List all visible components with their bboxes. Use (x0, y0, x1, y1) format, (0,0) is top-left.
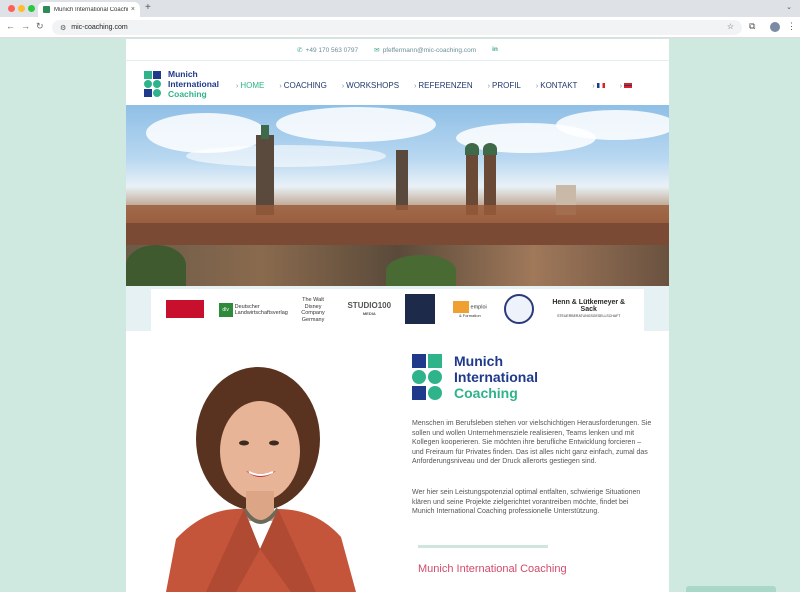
partner-logo-dark (405, 293, 436, 327)
phone-icon: ✆ (297, 46, 303, 54)
partner-studio-text: STUDIO100 (347, 301, 392, 310)
chevron-right-icon: › (414, 83, 417, 90)
browser-tab-strip: Munich International Coachin × + ⌄ (0, 0, 800, 17)
brand-logo-text: Munich International Coaching (454, 353, 538, 401)
new-tab-button[interactable]: + (145, 2, 151, 13)
hero-image-munich-skyline (126, 105, 669, 286)
url-text: mic-coaching.com (71, 24, 128, 31)
chevron-right-icon: › (341, 83, 345, 90)
partner-studio-sub: MEDIA (362, 310, 376, 316)
contact-bar: ✆ +49 170 563 0797 ✉ pfeffermann@mic-coach… (126, 39, 669, 61)
scroll-to-top-button[interactable] (686, 586, 776, 592)
chevron-right-icon: › (535, 83, 539, 90)
portrait-photo (166, 359, 366, 592)
profile-avatar[interactable] (770, 22, 780, 32)
nav-referenzen[interactable]: › REFERENZEN (414, 81, 473, 90)
tab-title: Munich International Coachin (54, 6, 128, 13)
logo-line3: Coaching (168, 89, 207, 99)
bookmark-star-icon[interactable]: ☆ (727, 22, 734, 31)
partner-emploi-text: emploi (470, 304, 487, 311)
nav-kontakt-label: KONTAKT (540, 81, 578, 90)
web-page: ✆ +49 170 563 0797 ✉ pfeffermann@mic-coach… (126, 39, 669, 592)
nav-coaching[interactable]: › COACHING (279, 81, 326, 90)
back-icon[interactable]: ← (6, 21, 15, 31)
partner-logo-henn: Henn & Lütkemeyer & Sack STEUERBERATUNGS… (549, 299, 629, 320)
nav-workshops-label: WORKSHOPS (346, 81, 400, 90)
partner-logo-studio100: STUDIO100 MEDIA (347, 301, 392, 317)
partner-henn-text: Henn & Lütkemeyer & Sack (552, 299, 626, 313)
partner-logos: dlv Deutscher Landwirtschaftsverlag The … (151, 289, 644, 331)
partner-henn-sub: STEUERBERATUNGSGESELLSCHAFT (557, 314, 621, 319)
reload-icon[interactable]: ↻ (36, 21, 44, 32)
browser-toolbar: ← → ↻ ⚙ mic-coaching.com ☆ ⧉ ⋮ (0, 17, 800, 38)
language-en[interactable]: › (619, 81, 633, 90)
uk-flag-icon (624, 83, 633, 89)
chevron-right-icon: › (487, 83, 490, 90)
forward-icon[interactable]: → (21, 21, 30, 31)
logo-text: Munich International Coaching (168, 69, 219, 99)
nav-coaching-label: COACHING (283, 81, 327, 90)
email-text: pfeffermann@mic-coaching.com (382, 46, 477, 54)
tab-close-icon[interactable]: × (131, 6, 135, 13)
main-content: Munich International Coaching Menschen i… (126, 331, 669, 592)
site-logo[interactable]: Munich International Coaching (144, 69, 219, 99)
chevron-right-icon: › (279, 83, 282, 90)
menu-icon[interactable]: ⋮ (787, 21, 796, 32)
section-divider (418, 545, 548, 548)
partner-dlv-text: Deutscher Landwirtschaftsverlag (234, 303, 288, 317)
nav-kontakt[interactable]: › KONTAKT (536, 81, 578, 90)
nav-referenzen-label: REFERENZEN (418, 81, 473, 90)
partner-logo-disney: The Walt Disney Company Germany (301, 297, 325, 323)
nav-workshops[interactable]: › WORKSHOPS (342, 81, 399, 90)
email-link[interactable]: ✉ pfeffermann@mic-coaching.com (374, 46, 476, 54)
section-title: Munich International Coaching (418, 563, 567, 575)
close-window-button[interactable] (8, 5, 15, 12)
nav-profil-label: PROFIL (491, 81, 521, 90)
site-header: Munich International Coaching › HOME › COA… (126, 61, 669, 105)
nav-home-label: HOME (240, 81, 265, 90)
favicon-icon (43, 6, 50, 13)
intro-paragraph-2: Wer hier sein Leistungspotenzial optimal… (412, 489, 641, 515)
intro-paragraph-1: Menschen im Berufsleben stehen vor viels… (412, 420, 652, 465)
partner-emploi-sub: & Formation (458, 312, 481, 318)
partner-logo-emploi: emploi & Formation (450, 300, 490, 320)
logo-mark-icon (144, 71, 162, 97)
french-flag-icon (596, 83, 605, 89)
nav-profil[interactable]: › PROFIL (488, 81, 521, 90)
mail-icon: ✉ (374, 46, 380, 54)
logo-line1: Munich (168, 69, 198, 79)
tab-search-icon[interactable]: ⌄ (786, 3, 792, 11)
brand-logo-line2: International (454, 369, 539, 385)
address-bar[interactable]: ⚙ mic-coaching.com ☆ (52, 20, 742, 35)
language-fr[interactable]: › (592, 81, 605, 90)
logo-line2: International (168, 79, 220, 89)
chevron-right-icon: › (592, 83, 595, 90)
brand-logo-line3: Coaching (454, 385, 518, 401)
partner-logo-seal (504, 293, 535, 327)
partner-logo-red (166, 299, 205, 321)
brand-logo-line1: Munich (454, 353, 503, 369)
partner-logo-dlv: dlv Deutscher Landwirtschaftsverlag (218, 303, 288, 317)
brand-logo-large: Munich International Coaching (412, 353, 538, 401)
minimize-window-button[interactable] (18, 5, 25, 12)
chevron-right-icon: › (236, 83, 239, 90)
extensions-icon[interactable]: ⧉ (749, 21, 755, 32)
main-nav: › HOME › COACHING › WORKSHOPS › REFERENZEN ›… (236, 81, 633, 90)
browser-tab[interactable]: Munich International Coachin × (38, 2, 140, 17)
nav-home[interactable]: › HOME (236, 81, 264, 90)
site-info-icon[interactable]: ⚙ (60, 24, 66, 32)
linkedin-icon[interactable]: in (492, 46, 498, 53)
maximize-window-button[interactable] (28, 5, 35, 12)
phone-text: +49 170 563 0797 (305, 46, 359, 54)
phone-link[interactable]: ✆ +49 170 563 0797 (297, 46, 358, 54)
chevron-right-icon: › (619, 83, 623, 90)
logo-mark-icon (412, 354, 442, 400)
